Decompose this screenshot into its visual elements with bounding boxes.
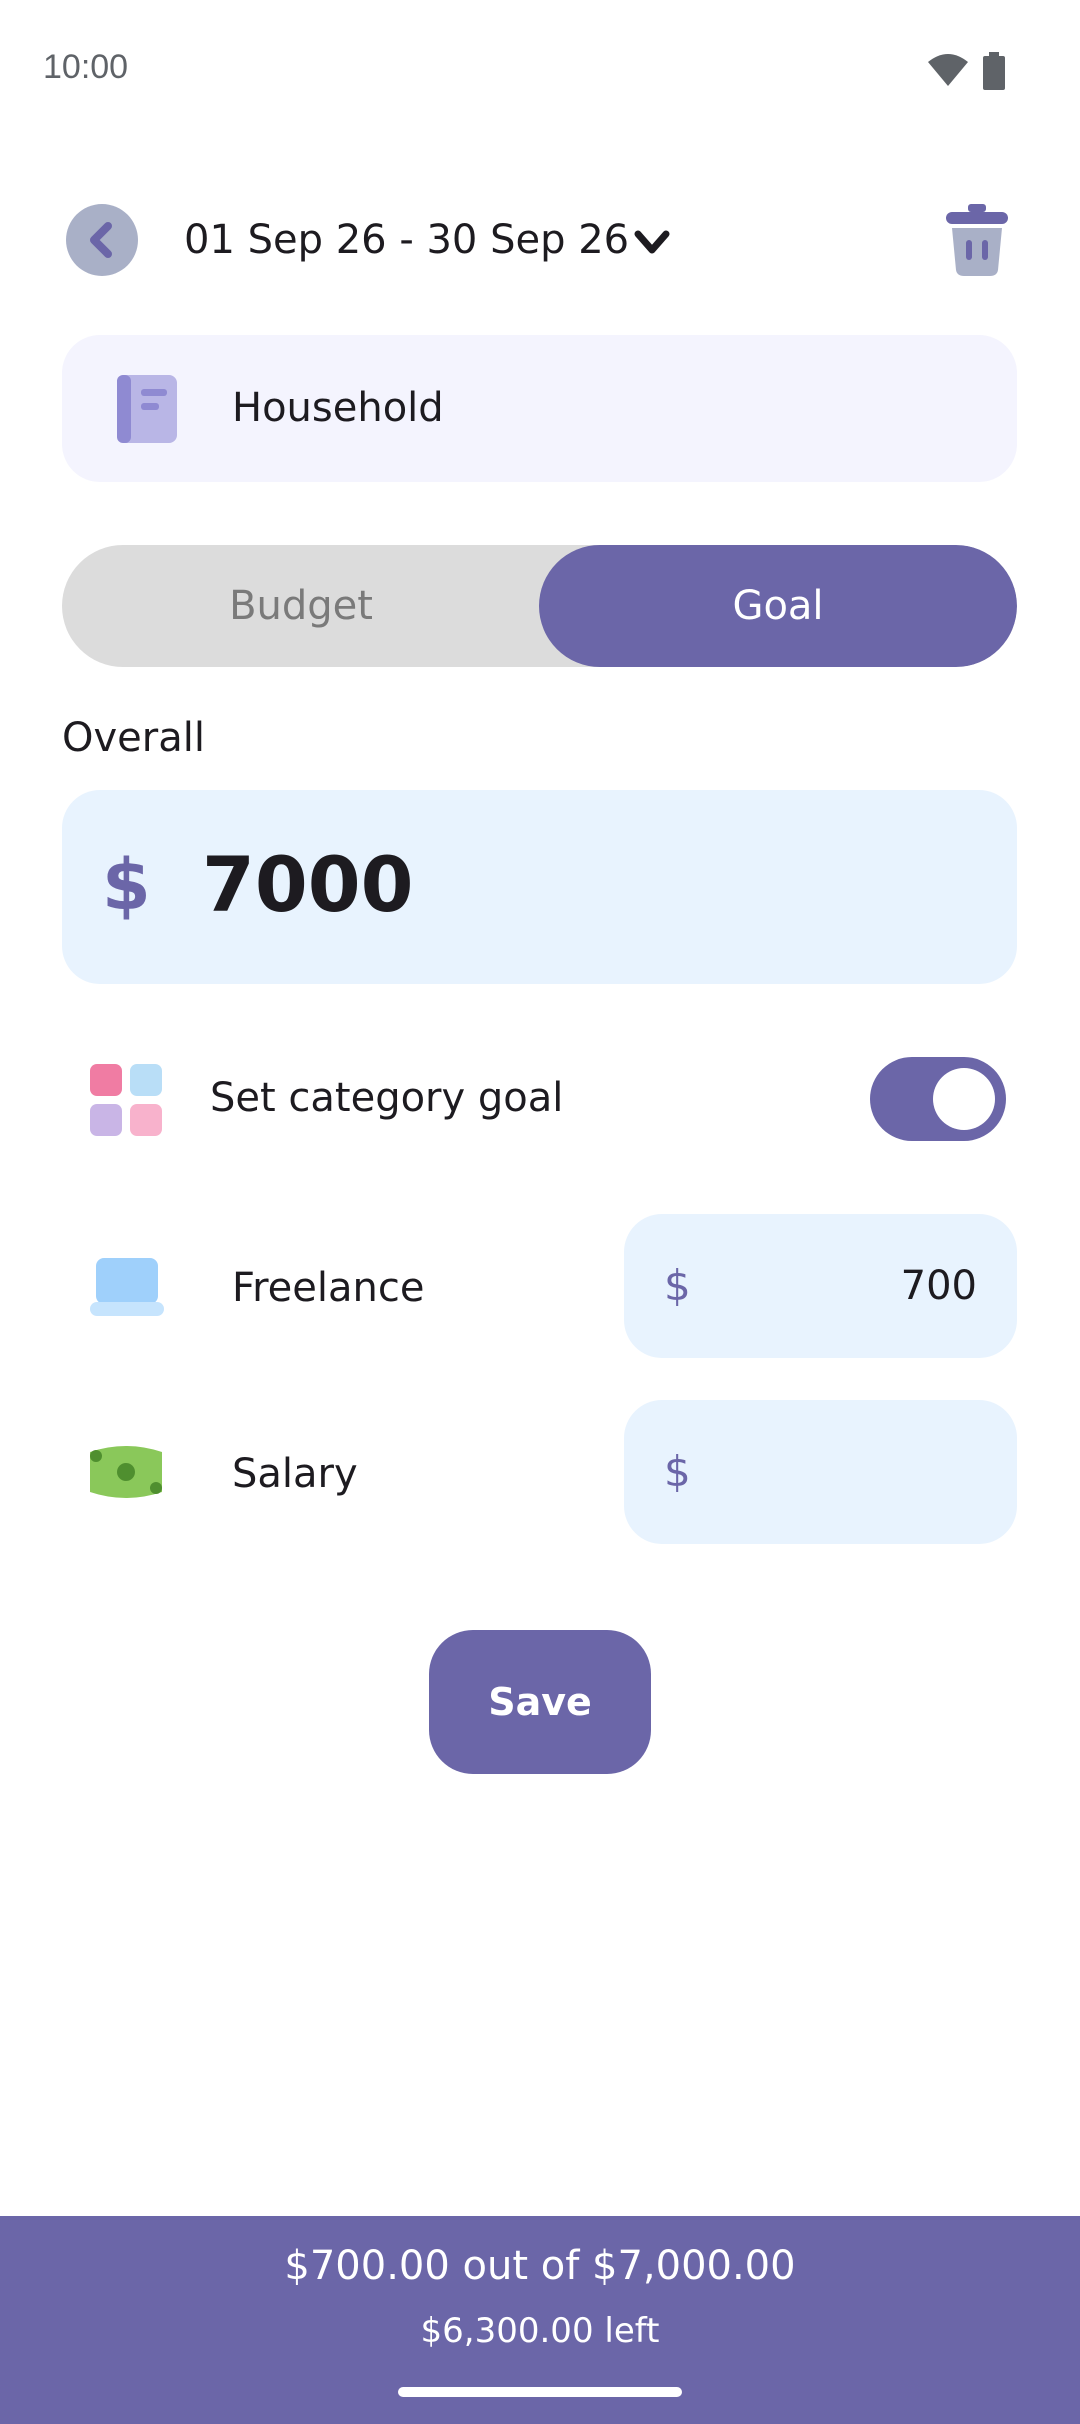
book-icon	[117, 375, 177, 443]
tab-goal[interactable]: Goal	[539, 545, 1017, 667]
currency-symbol: $	[664, 1261, 691, 1310]
wifi-icon	[928, 54, 968, 86]
budget-goal-toggle: Budget Goal	[62, 545, 1017, 667]
chevron-left-icon	[90, 222, 112, 258]
currency-symbol: $	[664, 1447, 691, 1496]
switch-thumb	[933, 1068, 995, 1130]
tab-budget[interactable]: Budget	[62, 545, 540, 667]
chevron-down-icon[interactable]	[630, 224, 674, 260]
laptop-icon	[90, 1258, 164, 1316]
money-icon	[90, 1446, 162, 1498]
freelance-amount-input[interactable]: $ 700	[624, 1214, 1017, 1358]
back-button[interactable]	[66, 204, 138, 276]
salary-amount-input[interactable]: $	[624, 1400, 1017, 1544]
status-time: 10:00	[43, 48, 129, 86]
save-button[interactable]: Save	[429, 1630, 651, 1774]
home-indicator[interactable]	[398, 2387, 682, 2397]
row-label-freelance: Freelance	[232, 1265, 425, 1311]
status-bar: 10:00	[0, 0, 1080, 140]
category-goal-switch[interactable]	[870, 1057, 1006, 1141]
trash-icon[interactable]	[944, 204, 1010, 276]
freelance-amount-value: 700	[900, 1263, 977, 1309]
set-category-goal-label: Set category goal	[210, 1075, 564, 1121]
category-selector[interactable]	[62, 335, 1017, 482]
overall-amount-value[interactable]: 7000	[202, 840, 414, 930]
category-name: Household	[232, 385, 444, 431]
goal-summary: $700.00 out of $7,000.00	[284, 2243, 796, 2289]
date-range-selector[interactable]: 01 Sep 26 - 30 Sep 26	[184, 214, 629, 266]
overall-label: Overall	[62, 715, 205, 761]
goal-remaining: $6,300.00 left	[420, 2311, 660, 2351]
category-grid-icon	[90, 1064, 162, 1136]
battery-icon	[983, 52, 1005, 90]
currency-symbol: $	[102, 844, 151, 926]
row-label-salary: Salary	[232, 1451, 358, 1497]
